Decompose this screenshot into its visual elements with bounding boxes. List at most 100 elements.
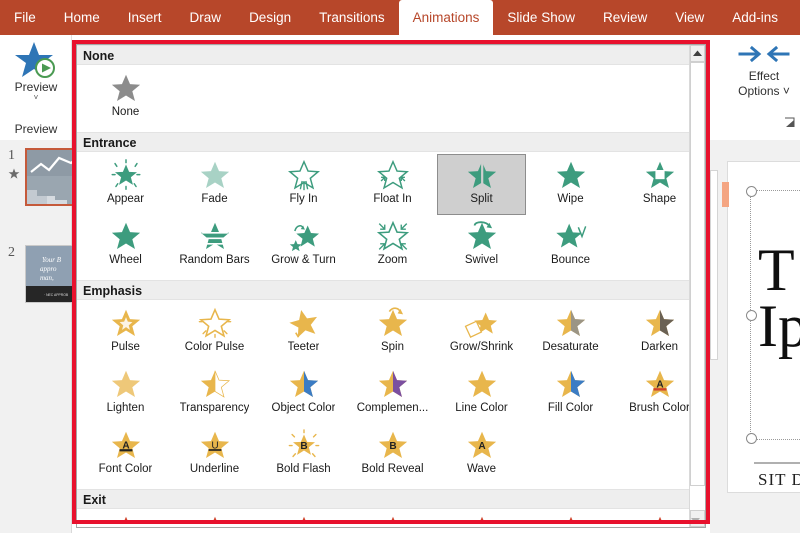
star-bounce-icon — [553, 220, 589, 253]
animation-item-underline[interactable]: U Underline — [170, 424, 259, 485]
star-spin-icon — [375, 307, 411, 340]
slide-title-line1: T — [758, 237, 795, 303]
animation-item-zoom[interactable]: Zoom — [348, 215, 437, 276]
canvas-scroll-thumb[interactable] — [710, 170, 718, 360]
resize-handle-middle-left[interactable] — [746, 310, 757, 321]
star-shape-icon — [642, 159, 678, 192]
animation-item-color-pulse[interactable]: Color Pulse — [170, 302, 259, 363]
animation-item-line-color[interactable]: Line Color — [437, 363, 526, 424]
tab-add-ins[interactable]: Add-ins — [718, 0, 792, 35]
gray-star-icon — [108, 72, 144, 105]
animation-item-exit-partial[interactable] — [348, 509, 437, 523]
animation-item-swivel[interactable]: Swivel — [437, 215, 526, 276]
effect-options-button[interactable]: Effect Options ˅ — [730, 39, 798, 99]
animation-item-desaturate[interactable]: Desaturate — [526, 302, 615, 363]
animation-item-label: Shape — [642, 193, 677, 205]
chevron-down-icon[interactable]: ˅ — [6, 94, 66, 102]
tab-transitions[interactable]: Transitions — [305, 0, 399, 35]
star-bold-flash-icon: B — [286, 429, 322, 462]
section-header-entrance: Entrance — [77, 132, 705, 152]
animation-item-teeter[interactable]: Teeter — [259, 302, 348, 363]
animation-item-split[interactable]: Split — [437, 154, 526, 215]
animation-item-fill-color[interactable]: Fill Color — [526, 363, 615, 424]
tab-design[interactable]: Design — [235, 0, 305, 35]
animation-item-label: Bounce — [550, 254, 590, 266]
tab-home[interactable]: Home — [50, 0, 114, 35]
scroll-down-icon[interactable] — [690, 510, 705, 527]
star-desaturate-icon — [553, 307, 589, 340]
animation-item-font-color[interactable]: A Font Color — [81, 424, 170, 485]
star-wipe-icon — [553, 159, 589, 192]
scroll-up-icon[interactable] — [690, 45, 705, 62]
svg-text:B: B — [300, 441, 307, 452]
animation-item-fade[interactable]: Fade — [170, 154, 259, 215]
animation-item-exit-partial[interactable] — [526, 509, 615, 523]
canvas-vertical-scrollbar[interactable] — [710, 140, 719, 533]
gallery-scrollbar[interactable] — [689, 45, 705, 527]
tab-file[interactable]: File — [0, 0, 50, 35]
animation-item-spin[interactable]: Spin — [348, 302, 437, 363]
animation-item-none[interactable]: None — [81, 67, 170, 128]
tab-insert[interactable]: Insert — [114, 0, 176, 35]
slide-title-line2: Ip — [758, 293, 800, 359]
animation-item-exit-partial[interactable] — [437, 509, 526, 523]
tab-slide-show[interactable]: Slide Show — [493, 0, 589, 35]
animation-item-appear[interactable]: Appear — [81, 154, 170, 215]
star-transparency-icon — [197, 368, 233, 401]
current-slide[interactable]: T Ip SIT D — [728, 162, 800, 492]
tab-draw[interactable]: Draw — [176, 0, 236, 35]
animation-item-exit-partial[interactable] — [170, 509, 259, 523]
animation-item-bounce[interactable]: Bounce — [526, 215, 615, 276]
animation-grid-emphasis: Pulse Color Pulse Teeter Spin Grow/Shrin… — [77, 300, 705, 489]
tab-review[interactable]: Review — [589, 0, 661, 35]
animation-item-complemen[interactable]: Complemen... — [348, 363, 437, 424]
animation-item-label: Wave — [467, 463, 496, 475]
tab-animations[interactable]: Animations — [398, 0, 494, 35]
animation-item-grow-shrink[interactable]: Grow/Shrink — [437, 302, 526, 363]
exit-star-icon — [375, 514, 411, 523]
animation-item-bold-flash[interactable]: B Bold Flash — [259, 424, 348, 485]
animation-item-wheel[interactable]: Wheel — [81, 215, 170, 276]
star-bold-reveal-icon: B — [375, 429, 411, 462]
star-object-color-icon — [286, 368, 322, 401]
animation-item-fly-in[interactable]: Fly In — [259, 154, 348, 215]
animation-gallery-dropdown[interactable]: None None Entrance Appear Fade Fly In Flo… — [76, 44, 706, 528]
animation-item-label: Font Color — [98, 463, 153, 475]
animation-item-random-bars[interactable]: Random Bars — [170, 215, 259, 276]
star-darken-icon — [642, 307, 678, 340]
star-float-in-icon — [375, 159, 411, 192]
animation-order-marker[interactable] — [722, 182, 729, 207]
animation-item-object-color[interactable]: Object Color — [259, 363, 348, 424]
animation-item-wave[interactable]: A Wave — [437, 424, 526, 485]
tab-view[interactable]: View — [661, 0, 718, 35]
animation-item-float-in[interactable]: Float In — [348, 154, 437, 215]
animation-item-wipe[interactable]: Wipe — [526, 154, 615, 215]
resize-handle-top-left[interactable] — [746, 186, 757, 197]
gallery-scroll-track[interactable] — [690, 62, 705, 510]
star-brush-color-icon: A — [642, 368, 678, 401]
animation-item-label: Wipe — [557, 193, 584, 205]
animation-item-label: Brush Color — [629, 402, 690, 414]
star-wave-icon: A — [464, 429, 500, 462]
star-grow-shrink-icon — [464, 307, 500, 340]
animation-item-label: Grow & Turn — [271, 254, 336, 266]
dialog-box-launcher-icon[interactable] — [784, 116, 796, 128]
animation-indicator-star-icon[interactable] — [8, 167, 20, 179]
star-font-color-icon: A — [108, 429, 144, 462]
preview-button[interactable]: Preview ˅ — [6, 38, 66, 114]
exit-star-icon — [464, 514, 500, 523]
svg-text:B: B — [389, 441, 396, 452]
animation-item-transparency[interactable]: Transparency — [170, 363, 259, 424]
animation-item-pulse[interactable]: Pulse — [81, 302, 170, 363]
animation-item-bold-reveal[interactable]: B Bold Reveal — [348, 424, 437, 485]
slide-thumbnail-pane[interactable]: 1 2 Your B appro man, · NEC APPROB — [0, 140, 85, 533]
gallery-scroll-thumb[interactable] — [690, 62, 705, 486]
exit-star-icon — [197, 514, 233, 523]
animation-item-exit-partial[interactable] — [81, 509, 170, 523]
animation-item-lighten[interactable]: Lighten — [81, 363, 170, 424]
animation-item-grow-turn[interactable]: Grow & Turn — [259, 215, 348, 276]
animation-item-exit-partial[interactable] — [259, 509, 348, 523]
chevron-down-icon[interactable]: ˅ — [783, 84, 790, 98]
svg-text:· NEC APPROB: · NEC APPROB — [44, 293, 69, 297]
resize-handle-bottom-left[interactable] — [746, 433, 757, 444]
